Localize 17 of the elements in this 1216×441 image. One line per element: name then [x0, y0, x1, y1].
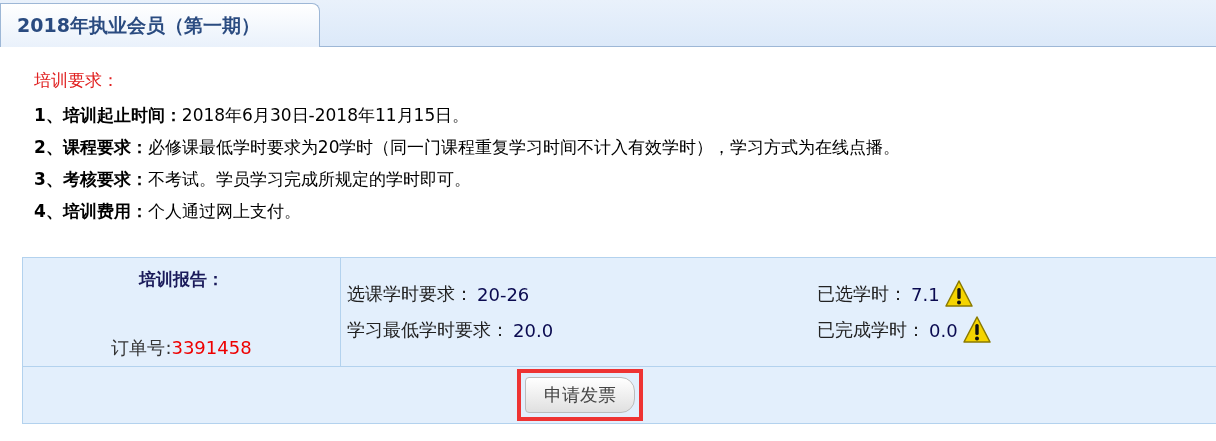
stat-value: 7.1 — [911, 283, 940, 305]
requirement-text: 1、培训起止时间：2018年6月30日-2018年11月15日。 — [34, 104, 471, 127]
tab[interactable]: 2018年执业会员（第一期） — [0, 3, 320, 47]
stat-label: 选课学时要求： — [347, 282, 473, 306]
stat-label: 已选学时： — [817, 282, 907, 306]
stat-value: 20-26 — [477, 283, 530, 305]
order-number: 订单号:3391458 — [111, 336, 252, 360]
requirement-text: 2、课程要求：必修课最低学时要求为20学时（同一门课程重复学习时间不计入有效学时），学习方式为在线点播。 — [34, 136, 902, 159]
requirement-text: 4、培训费用：个人通过网上支付。 — [34, 200, 302, 223]
stat-label: 已完成学时： — [817, 318, 925, 342]
stat-value: 20.0 — [513, 319, 554, 341]
stat-label: 学习最低学时要求： — [347, 318, 509, 342]
requirement-text: 3、考核要求：不考试。学员学习完成所规定的学时即可。 — [34, 168, 472, 191]
apply-invoice-button[interactable]: 申请发票 — [524, 377, 635, 413]
report-title: 培训报告： — [139, 268, 224, 291]
stat-value: 0.0 — [929, 319, 958, 341]
section-heading: 培训要求： — [34, 69, 120, 92]
